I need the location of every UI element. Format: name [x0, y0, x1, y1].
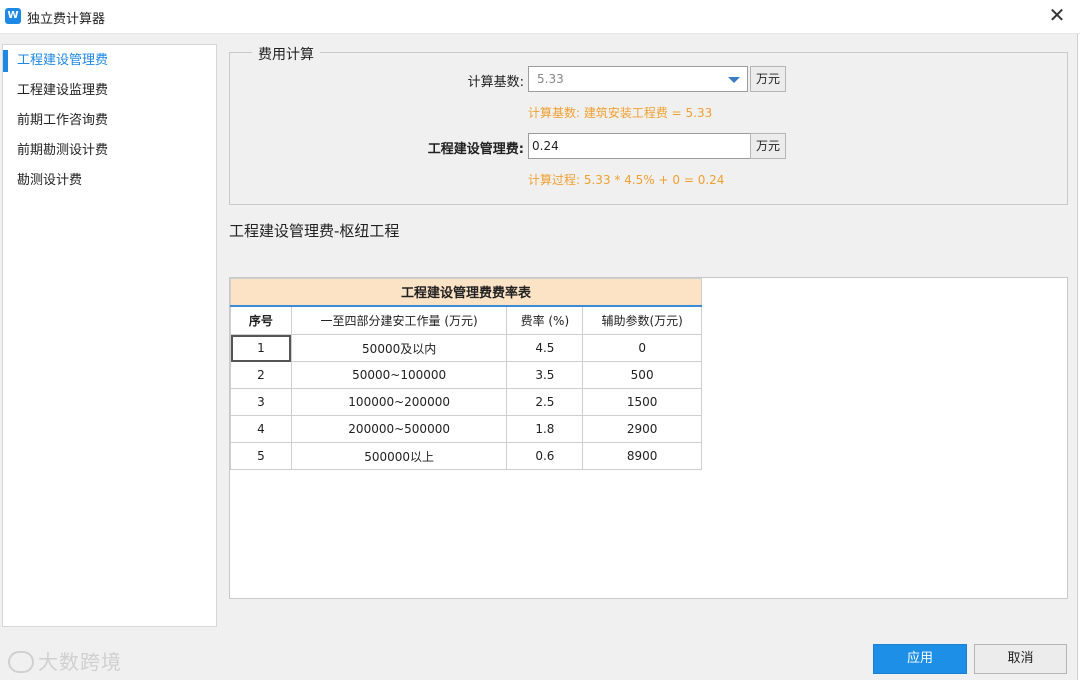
sidebar-item-label: 工程建设管理费 [17, 53, 109, 68]
table-cell[interactable]: 2.5 [506, 388, 584, 416]
sidebar-item-consulting-fee[interactable]: 前期工作咨询费 [3, 106, 216, 136]
active-marker [3, 50, 8, 72]
rate-table-panel: 工程建设管理费费率表 序号 一至四部分建安工作量 (万元) 费率 (%) 辅助参… [229, 277, 1068, 599]
table-row[interactable]: 4 200000~500000 1.8 2900 [230, 415, 702, 443]
fee-input[interactable]: 0.24 [528, 133, 751, 159]
table-row[interactable]: 2 50000~100000 3.5 500 [230, 361, 702, 389]
sidebar-item-supervision-fee[interactable]: 工程建设监理费 [3, 76, 216, 106]
table-cell[interactable]: 4 [230, 415, 292, 443]
table-cell[interactable]: 500 [582, 361, 702, 389]
calc-process-note: 计算过程: 5.33 * 4.5% + 0 = 0.24 [528, 173, 725, 187]
table-cell[interactable]: 3.5 [506, 361, 584, 389]
column-header: 序号 [230, 305, 292, 335]
sidebar-item-early-survey-design-fee[interactable]: 前期勘测设计费 [3, 136, 216, 166]
table-cell[interactable]: 50000及以内 [290, 334, 508, 362]
group-title: 费用计算 [252, 44, 320, 64]
table-cell[interactable]: 200000~500000 [290, 415, 508, 443]
sidebar-item-construction-management-fee[interactable]: 工程建设管理费 [3, 46, 216, 76]
column-header: 费率 (%) [506, 305, 584, 335]
column-header: 一至四部分建安工作量 (万元) [290, 305, 508, 335]
window-title: 独立费计算器 [27, 12, 106, 27]
watermark: 大数跨境 [8, 646, 122, 675]
base-value: 5.33 [537, 72, 564, 86]
section-title: 工程建设管理费-枢纽工程 [229, 222, 400, 240]
apply-button[interactable]: 应用 [873, 644, 967, 674]
sidebar-item-label: 前期勘测设计费 [17, 143, 109, 158]
base-label: 计算基数: [467, 75, 524, 90]
fee-label: 工程建设管理费: [427, 142, 524, 157]
table-cell[interactable]: 1 [230, 334, 292, 362]
sidebar-item-survey-design-fee[interactable]: 勘测设计费 [3, 166, 216, 196]
dialog-body: 工程建设管理费 工程建设监理费 前期工作咨询费 前期勘测设计费 勘测设计费 费用… [0, 34, 1078, 680]
title-bar: W 独立费计算器 ✕ [0, 0, 1080, 34]
sidebar-item-label: 勘测设计费 [17, 173, 83, 188]
table-cell[interactable]: 1500 [582, 388, 702, 416]
close-icon[interactable]: ✕ [1046, 4, 1068, 26]
table-cell[interactable]: 3 [230, 388, 292, 416]
column-header: 辅助参数(万元) [582, 305, 702, 335]
rate-table: 工程建设管理费费率表 序号 一至四部分建安工作量 (万元) 费率 (%) 辅助参… [230, 278, 702, 470]
table-row[interactable]: 1 50000及以内 4.5 0 [230, 334, 702, 362]
table-cell[interactable]: 0.6 [506, 442, 584, 470]
watermark-text: 大数跨境 [38, 650, 122, 674]
table-cell[interactable]: 1.8 [506, 415, 584, 443]
base-unit: 万元 [750, 66, 786, 92]
table-cell[interactable]: 4.5 [506, 334, 584, 362]
sidebar-item-label: 前期工作咨询费 [17, 113, 109, 128]
sidebar: 工程建设管理费 工程建设监理费 前期工作咨询费 前期勘测设计费 勘测设计费 [2, 44, 217, 627]
table-cell[interactable]: 8900 [582, 442, 702, 470]
app-icon: W [5, 8, 21, 24]
fee-calculation-group: 费用计算 计算基数: 5.33 万元 计算基数: 建筑安装工程费 = 5.33 … [229, 44, 1068, 205]
table-cell[interactable]: 2 [230, 361, 292, 389]
chevron-down-icon[interactable] [728, 77, 740, 83]
base-note: 计算基数: 建筑安装工程费 = 5.33 [528, 106, 713, 120]
table-row[interactable]: 5 500000以上 0.6 8900 [230, 442, 702, 470]
table-cell[interactable]: 50000~100000 [290, 361, 508, 389]
table-row[interactable]: 3 100000~200000 2.5 1500 [230, 388, 702, 416]
sidebar-item-label: 工程建设监理费 [17, 83, 109, 98]
base-select[interactable]: 5.33 [528, 66, 748, 92]
rate-table-caption: 工程建设管理费费率表 [230, 278, 702, 307]
fee-unit: 万元 [750, 133, 786, 159]
cancel-button[interactable]: 取消 [974, 644, 1067, 674]
table-cell[interactable]: 100000~200000 [290, 388, 508, 416]
table-cell[interactable]: 500000以上 [290, 442, 508, 470]
table-cell[interactable]: 0 [582, 334, 702, 362]
table-cell[interactable]: 5 [230, 442, 292, 470]
watermark-logo-icon [8, 651, 34, 673]
table-cell[interactable]: 2900 [582, 415, 702, 443]
